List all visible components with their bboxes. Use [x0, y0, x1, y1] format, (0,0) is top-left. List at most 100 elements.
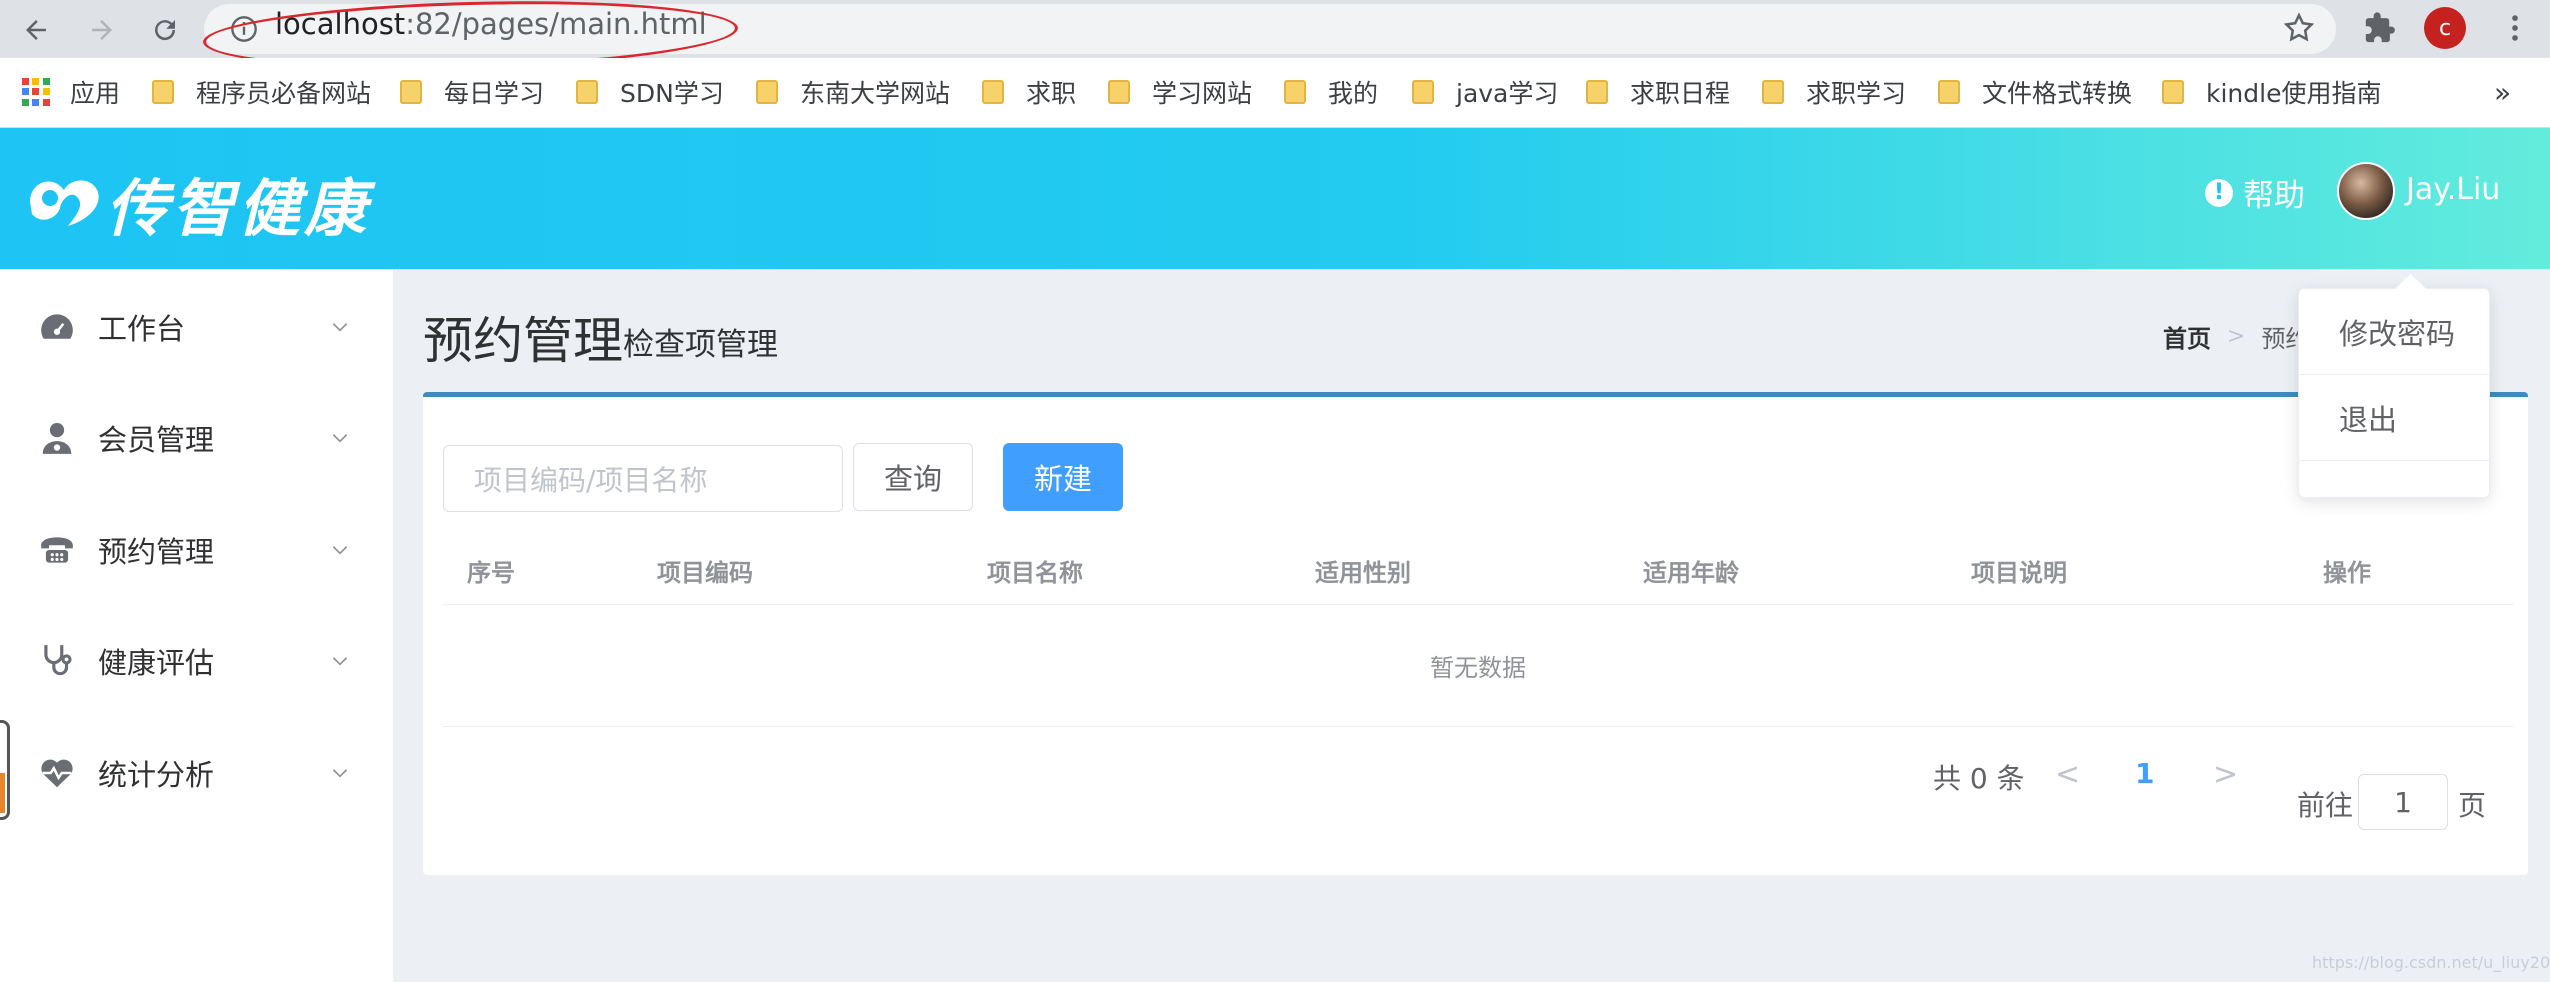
folder-icon — [1284, 80, 1306, 104]
back-button[interactable] — [14, 8, 58, 52]
pagination-next-icon[interactable]: > — [2213, 757, 2238, 792]
folder-icon — [756, 80, 778, 104]
bookmark-label: java学习 — [1456, 79, 1559, 108]
bookmark-item[interactable]: SDN学习 — [576, 72, 724, 112]
column-header[interactable]: 项目说明 — [1971, 553, 2067, 588]
sidebar-item-health-assessment[interactable]: 健康评估 — [0, 626, 393, 696]
bookmark-item[interactable]: 求职日程 — [1586, 72, 1730, 112]
sidebar-item-label: 健康评估 — [98, 646, 215, 680]
exclamation-icon: ! — [2205, 178, 2233, 207]
arrow-right-icon — [92, 20, 112, 40]
apps-grid-icon — [22, 78, 50, 106]
sidebar-item-label: 工作台 — [98, 312, 186, 346]
stethoscope-icon — [38, 642, 76, 680]
column-header[interactable]: 适用年龄 — [1643, 553, 1739, 588]
dashboard-icon — [38, 308, 76, 346]
main-content: 预约管理 检查项管理 首页 > 预约 理 项目编码/项目名称 查询 新建 序号 … — [393, 269, 2550, 982]
bookmark-label: 我的 — [1328, 79, 1379, 108]
column-header[interactable]: 项目编码 — [657, 553, 753, 588]
arrow-left-icon — [26, 20, 46, 40]
extensions-icon[interactable] — [2363, 11, 2397, 45]
column-header[interactable]: 适用性别 — [1315, 553, 1411, 588]
column-header[interactable]: 操作 — [2323, 553, 2371, 588]
page-subtitle: 检查项管理 — [623, 327, 778, 363]
folder-icon — [152, 80, 174, 104]
menu-item-change-password[interactable]: 修改密码 — [2299, 289, 2489, 375]
user-icon — [38, 419, 76, 457]
user-avatar[interactable] — [2337, 162, 2395, 220]
reload-button[interactable] — [143, 8, 187, 52]
new-button[interactable]: 新建 — [1003, 443, 1123, 511]
bookmark-item[interactable]: 求职学习 — [1762, 72, 1906, 112]
sidebar-item-members[interactable]: 会员管理 — [0, 403, 393, 473]
reload-icon — [155, 20, 176, 41]
more-vertical-icon[interactable] — [2498, 11, 2532, 45]
bookmark-item[interactable]: 东南大学网站 — [756, 72, 950, 112]
bookmark-label: 求职学习 — [1806, 79, 1907, 108]
sidebar-item-label: 预约管理 — [98, 535, 215, 569]
pagination-page-1[interactable]: 1 — [2135, 757, 2154, 790]
chevron-down-icon — [332, 323, 348, 332]
bookmark-item[interactable]: kindle使用指南 — [2162, 72, 2381, 112]
chevron-down-icon — [332, 546, 348, 555]
breadcrumb: 首页 > 预约 — [2163, 319, 2309, 354]
username[interactable]: Jay.Liu — [2406, 172, 2500, 207]
bookmark-item[interactable]: java学习 — [1412, 72, 1558, 112]
bookmarks-bar: 应用 程序员必备网站 每日学习 SDN学习 东南大学网站 求职 学习网站 我的 … — [0, 58, 2550, 128]
sidebar-item-workbench[interactable]: 工作台 — [0, 292, 393, 362]
query-button[interactable]: 查询 — [853, 443, 973, 511]
phone-icon — [38, 531, 76, 569]
sidebar-item-appointments[interactable]: 预约管理 — [0, 515, 393, 585]
bookmark-item[interactable]: 求职 — [982, 72, 1076, 112]
bookmarks-overflow-button[interactable]: » — [2494, 72, 2511, 112]
breadcrumb-home[interactable]: 首页 — [2163, 319, 2211, 354]
bookmark-item[interactable]: 每日学习 — [400, 72, 544, 112]
watermark: https://blog.csdn.net/u_liuy2009 — [2312, 953, 2550, 972]
bookmark-item[interactable]: 文件格式转换 — [1938, 72, 2132, 112]
chevron-right-icon: > — [2227, 324, 2246, 349]
help-label: 帮助 — [2243, 178, 2305, 214]
page-title: 预约管理 — [423, 312, 623, 370]
star-icon[interactable] — [2282, 11, 2316, 45]
column-header[interactable]: 序号 — [467, 553, 515, 588]
sidebar-item-statistics[interactable]: 统计分析 — [0, 738, 393, 808]
folder-icon — [1762, 80, 1784, 104]
browser-toolbar: localhost:82/pages/main.html c — [0, 0, 2550, 75]
content-card: 项目编码/项目名称 查询 新建 序号 项目编码 项目名称 适用性别 适用年龄 项… — [423, 392, 2528, 875]
forward-button[interactable] — [80, 8, 124, 52]
sidebar: 工作台 会员管理 预约管理 健康评估 统计分析 — [0, 269, 393, 982]
folder-icon — [1108, 80, 1130, 104]
profile-avatar[interactable]: c — [2424, 7, 2466, 49]
folder-icon — [982, 80, 1004, 104]
bookmark-item[interactable]: 我的 — [1284, 72, 1378, 112]
folder-icon — [576, 80, 598, 104]
sidebar-item-label: 统计分析 — [98, 758, 215, 792]
pagination-page-suffix: 页 — [2458, 789, 2487, 822]
table-header: 序号 项目编码 项目名称 适用性别 适用年龄 项目说明 操作 — [443, 527, 2513, 605]
bookmark-label: SDN学习 — [620, 79, 724, 108]
bookmark-label: kindle使用指南 — [2206, 79, 2382, 108]
pagination-goto-input[interactable]: 1 — [2358, 774, 2448, 830]
bookmark-item[interactable]: 学习网站 — [1108, 72, 1252, 112]
column-header[interactable]: 项目名称 — [987, 553, 1083, 588]
folder-icon — [1938, 80, 1960, 104]
bookmark-label: 程序员必备网站 — [196, 79, 372, 108]
help-link[interactable]: ! 帮助 — [2205, 170, 2305, 215]
pagination-total: 共 0 条 — [1933, 762, 2025, 795]
bookmark-label: 求职日程 — [1630, 79, 1731, 108]
pagination-goto-text: 前往 — [2297, 789, 2354, 822]
chevron-down-icon — [332, 769, 348, 778]
scroll-indicator — [0, 720, 10, 820]
logo-mark-icon — [30, 180, 99, 226]
user-dropdown-menu: 修改密码 退出 — [2298, 288, 2490, 498]
bookmark-item[interactable]: 程序员必备网站 — [152, 72, 371, 112]
heartbeat-icon — [38, 754, 76, 792]
bookmark-apps[interactable]: 应用 — [22, 72, 120, 112]
bookmark-label: 求职 — [1026, 79, 1077, 108]
app-header: 传智健康 ! 帮助 Jay.Liu — [0, 128, 2550, 269]
folder-icon — [2162, 80, 2184, 104]
chevron-down-icon — [332, 657, 348, 666]
search-input[interactable]: 项目编码/项目名称 — [443, 445, 843, 512]
pagination-prev-icon[interactable]: < — [2055, 757, 2080, 792]
menu-item-logout[interactable]: 退出 — [2299, 375, 2489, 461]
